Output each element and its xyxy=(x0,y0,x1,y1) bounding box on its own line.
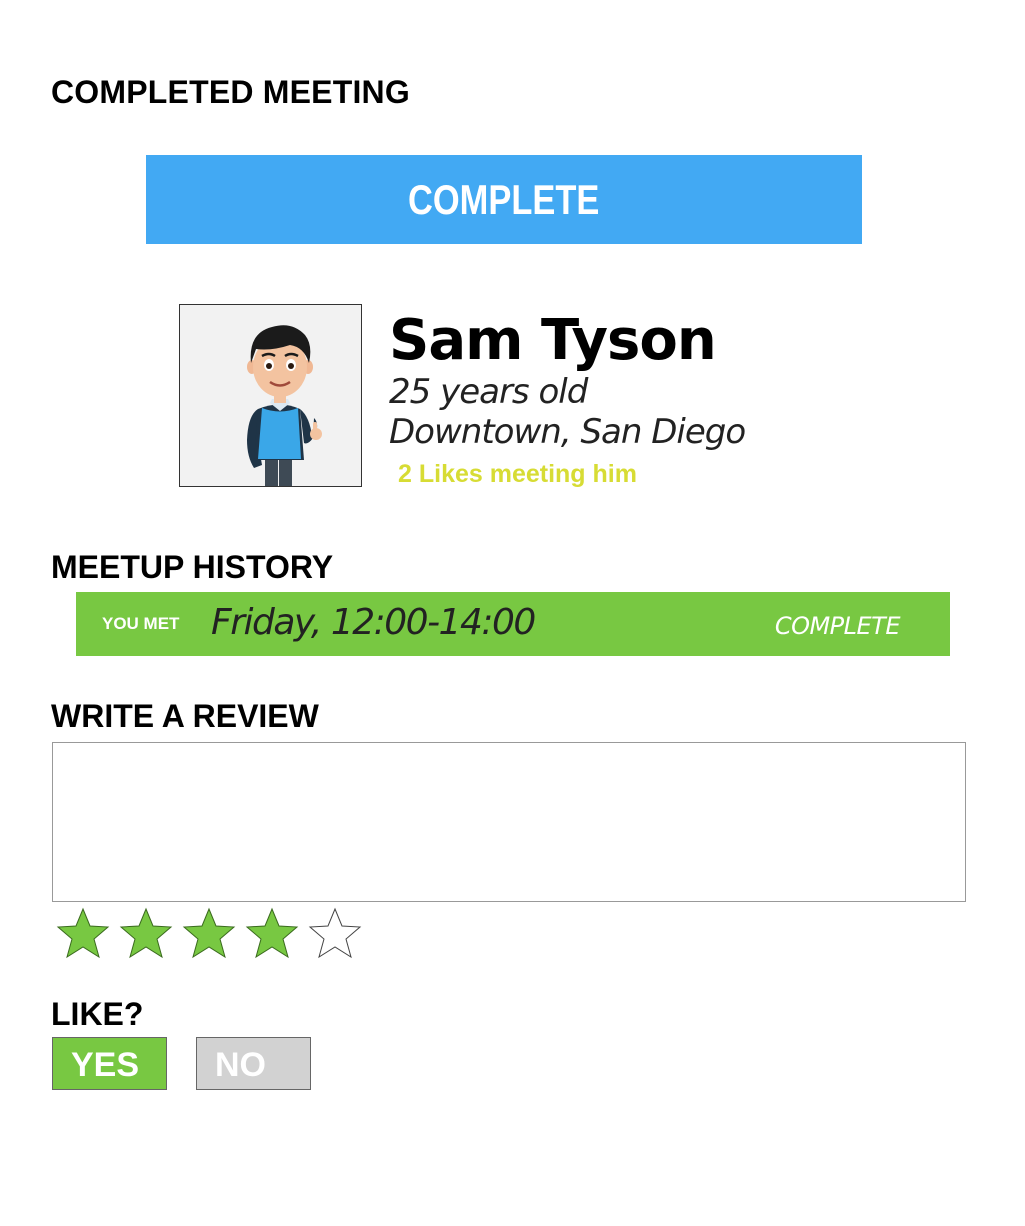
star-icon[interactable] xyxy=(307,906,363,962)
complete-status-banner: COMPLETE xyxy=(146,155,862,244)
star-icon[interactable] xyxy=(55,906,111,962)
complete-status-label: COMPLETE xyxy=(408,175,600,223)
profile-likes-count: 2 Likes meeting him xyxy=(398,460,637,488)
star-icon[interactable] xyxy=(244,906,300,962)
profile-location: Downtown, San Diego xyxy=(389,412,746,452)
meetup-entry-label: YOU MET xyxy=(102,614,180,633)
star-icon[interactable] xyxy=(118,906,174,962)
like-no-button[interactable]: NO xyxy=(196,1037,311,1090)
avatar xyxy=(179,304,362,487)
like-yes-button[interactable]: YES xyxy=(52,1037,167,1090)
profile-name: Sam Tyson xyxy=(389,308,717,373)
meetup-entry-time: Friday, 12:00-14:00 xyxy=(211,602,536,643)
meetup-entry-status: COMPLETE xyxy=(774,612,901,640)
person-avatar-icon xyxy=(247,325,322,486)
like-question-title: LIKE? xyxy=(51,996,144,1032)
meetup-history-title: MEETUP HISTORY xyxy=(51,549,334,585)
review-text-input[interactable] xyxy=(52,742,966,902)
write-review-title: WRITE A REVIEW xyxy=(51,698,319,734)
meetup-history-entry[interactable]: YOU MET Friday, 12:00-14:00 COMPLETE xyxy=(76,592,950,656)
page-title: COMPLETED MEETING xyxy=(51,74,410,110)
star-icon[interactable] xyxy=(181,906,237,962)
star-rating[interactable] xyxy=(55,906,363,962)
profile-age: 25 years old xyxy=(389,372,588,412)
